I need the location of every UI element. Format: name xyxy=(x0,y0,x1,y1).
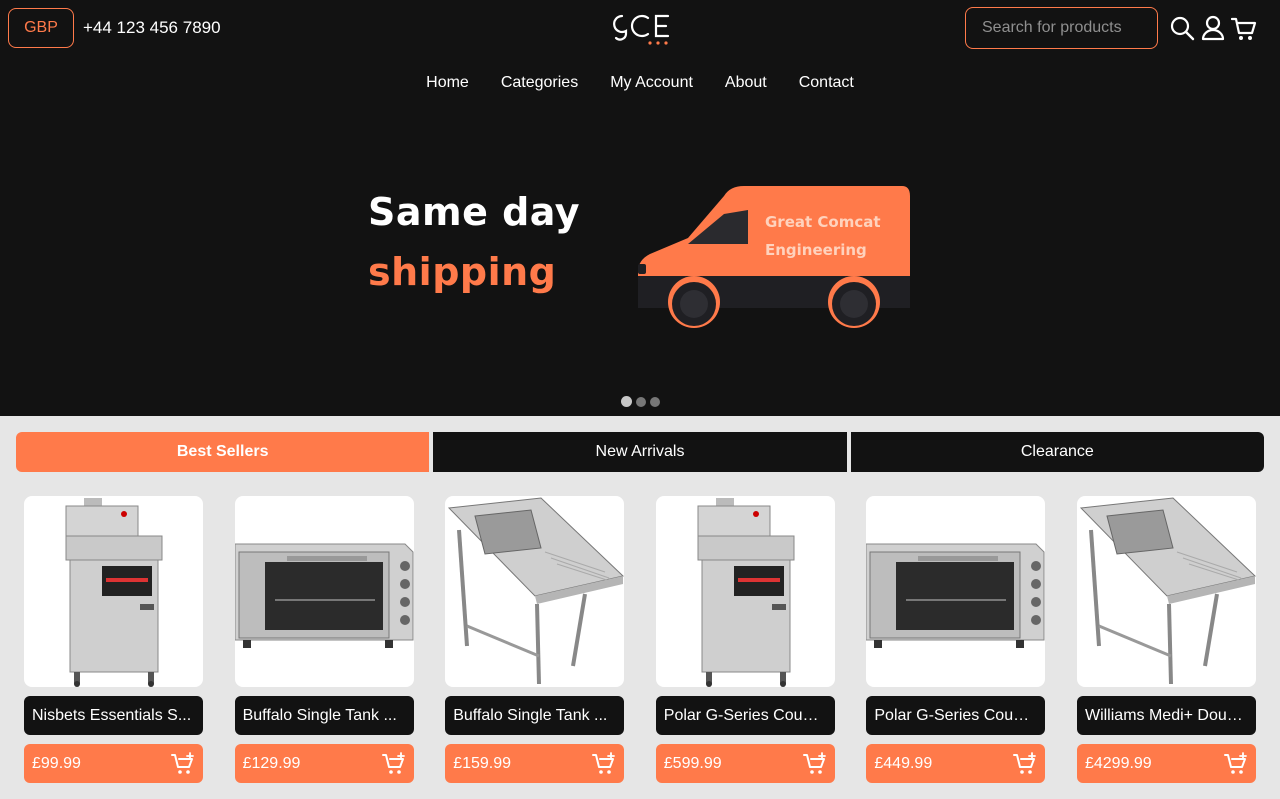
van-branding: Great Comcat Engineering xyxy=(765,208,881,264)
nav-categories[interactable]: Categories xyxy=(501,74,578,92)
add-to-cart-icon[interactable] xyxy=(803,752,827,776)
product-card: Williams Medi+ Doubl... £4299.99 xyxy=(1076,496,1256,783)
product-price-bar: £449.99 xyxy=(866,744,1046,783)
product-price: £99.99 xyxy=(32,754,81,772)
product-grid: Nisbets Essentials S... £99.99 Buffalo S… xyxy=(24,496,1256,783)
product-name[interactable]: Buffalo Single Tank ... xyxy=(234,696,414,735)
product-card: Nisbets Essentials S... £99.99 xyxy=(24,496,203,783)
product-price-bar: £599.99 xyxy=(655,744,835,783)
product-image[interactable] xyxy=(24,496,203,687)
add-to-cart-icon[interactable] xyxy=(171,752,195,776)
logo-icon xyxy=(613,14,670,45)
product-image[interactable] xyxy=(655,496,835,687)
add-to-cart-icon[interactable] xyxy=(592,752,616,776)
product-tabs: Best Sellers New Arrivals Clearance xyxy=(16,432,1264,472)
product-image[interactable] xyxy=(866,496,1046,687)
hero-line-1: Same day xyxy=(368,190,581,234)
product-price: £449.99 xyxy=(874,754,933,772)
product-image[interactable] xyxy=(1076,496,1256,687)
product-price-bar: £4299.99 xyxy=(1076,744,1256,783)
product-image[interactable] xyxy=(445,496,625,687)
tab-new-arrivals[interactable]: New Arrivals xyxy=(433,432,847,472)
product-price-bar: £159.99 xyxy=(445,744,625,783)
nav-home[interactable]: Home xyxy=(426,74,469,92)
oven-image-icon xyxy=(866,496,1045,687)
product-image[interactable] xyxy=(234,496,414,687)
fryer-image-icon xyxy=(24,496,203,687)
product-price-bar: £129.99 xyxy=(234,744,414,783)
currency-selector[interactable]: GBP xyxy=(8,8,74,48)
fryer-image-icon xyxy=(656,496,835,687)
product-price: £599.99 xyxy=(663,754,722,772)
add-to-cart-icon[interactable] xyxy=(382,752,406,776)
carousel-dots xyxy=(0,396,1280,407)
header-hero-area: GBP +44 123 456 7890 Home Categories My … xyxy=(0,0,1280,416)
phone-number: +44 123 456 7890 xyxy=(83,18,221,37)
product-price: £159.99 xyxy=(453,754,512,772)
hero-headline: Same day shipping xyxy=(368,190,580,294)
sink-image-icon xyxy=(445,496,624,687)
search-input[interactable] xyxy=(965,7,1158,49)
account-icon[interactable] xyxy=(1200,14,1226,42)
nav-my-account[interactable]: My Account xyxy=(610,74,693,92)
search-icon[interactable] xyxy=(1169,14,1195,42)
nav-contact[interactable]: Contact xyxy=(799,74,854,92)
product-price: £129.99 xyxy=(242,754,301,772)
product-card: Polar G-Series Count... £449.99 xyxy=(866,496,1046,783)
product-price-bar: £99.99 xyxy=(24,744,203,783)
add-to-cart-icon[interactable] xyxy=(1224,752,1248,776)
product-price: £4299.99 xyxy=(1084,754,1152,772)
product-card: Buffalo Single Tank ... £129.99 xyxy=(234,496,414,783)
van-label-line-1: Great Comcat xyxy=(765,213,881,231)
main-nav: Home Categories My Account About Contact xyxy=(0,74,1280,92)
product-name[interactable]: Buffalo Single Tank ... xyxy=(445,696,625,735)
carousel-dot-3[interactable] xyxy=(649,396,660,407)
product-name[interactable]: Polar G-Series Count... xyxy=(655,696,835,735)
cart-icon[interactable] xyxy=(1230,14,1257,42)
product-name[interactable]: Williams Medi+ Doubl... xyxy=(1076,696,1256,735)
tab-best-sellers[interactable]: Best Sellers xyxy=(16,432,430,472)
product-name[interactable]: Nisbets Essentials S... xyxy=(24,696,203,735)
carousel-dot-1[interactable] xyxy=(620,396,632,407)
oven-image-icon xyxy=(235,496,414,687)
product-card: Buffalo Single Tank ... £159.99 xyxy=(445,496,625,783)
product-card: Polar G-Series Count... £599.99 xyxy=(655,496,835,783)
product-name[interactable]: Polar G-Series Count... xyxy=(866,696,1046,735)
sink-image-icon xyxy=(1077,496,1256,687)
van-label-line-2: Engineering xyxy=(765,241,867,259)
hero-line-2: shipping xyxy=(368,250,557,294)
carousel-dot-2[interactable] xyxy=(635,396,646,407)
add-to-cart-icon[interactable] xyxy=(1013,752,1037,776)
nav-about[interactable]: About xyxy=(725,74,767,92)
site-logo[interactable] xyxy=(608,10,672,48)
tab-clearance[interactable]: Clearance xyxy=(850,432,1264,472)
